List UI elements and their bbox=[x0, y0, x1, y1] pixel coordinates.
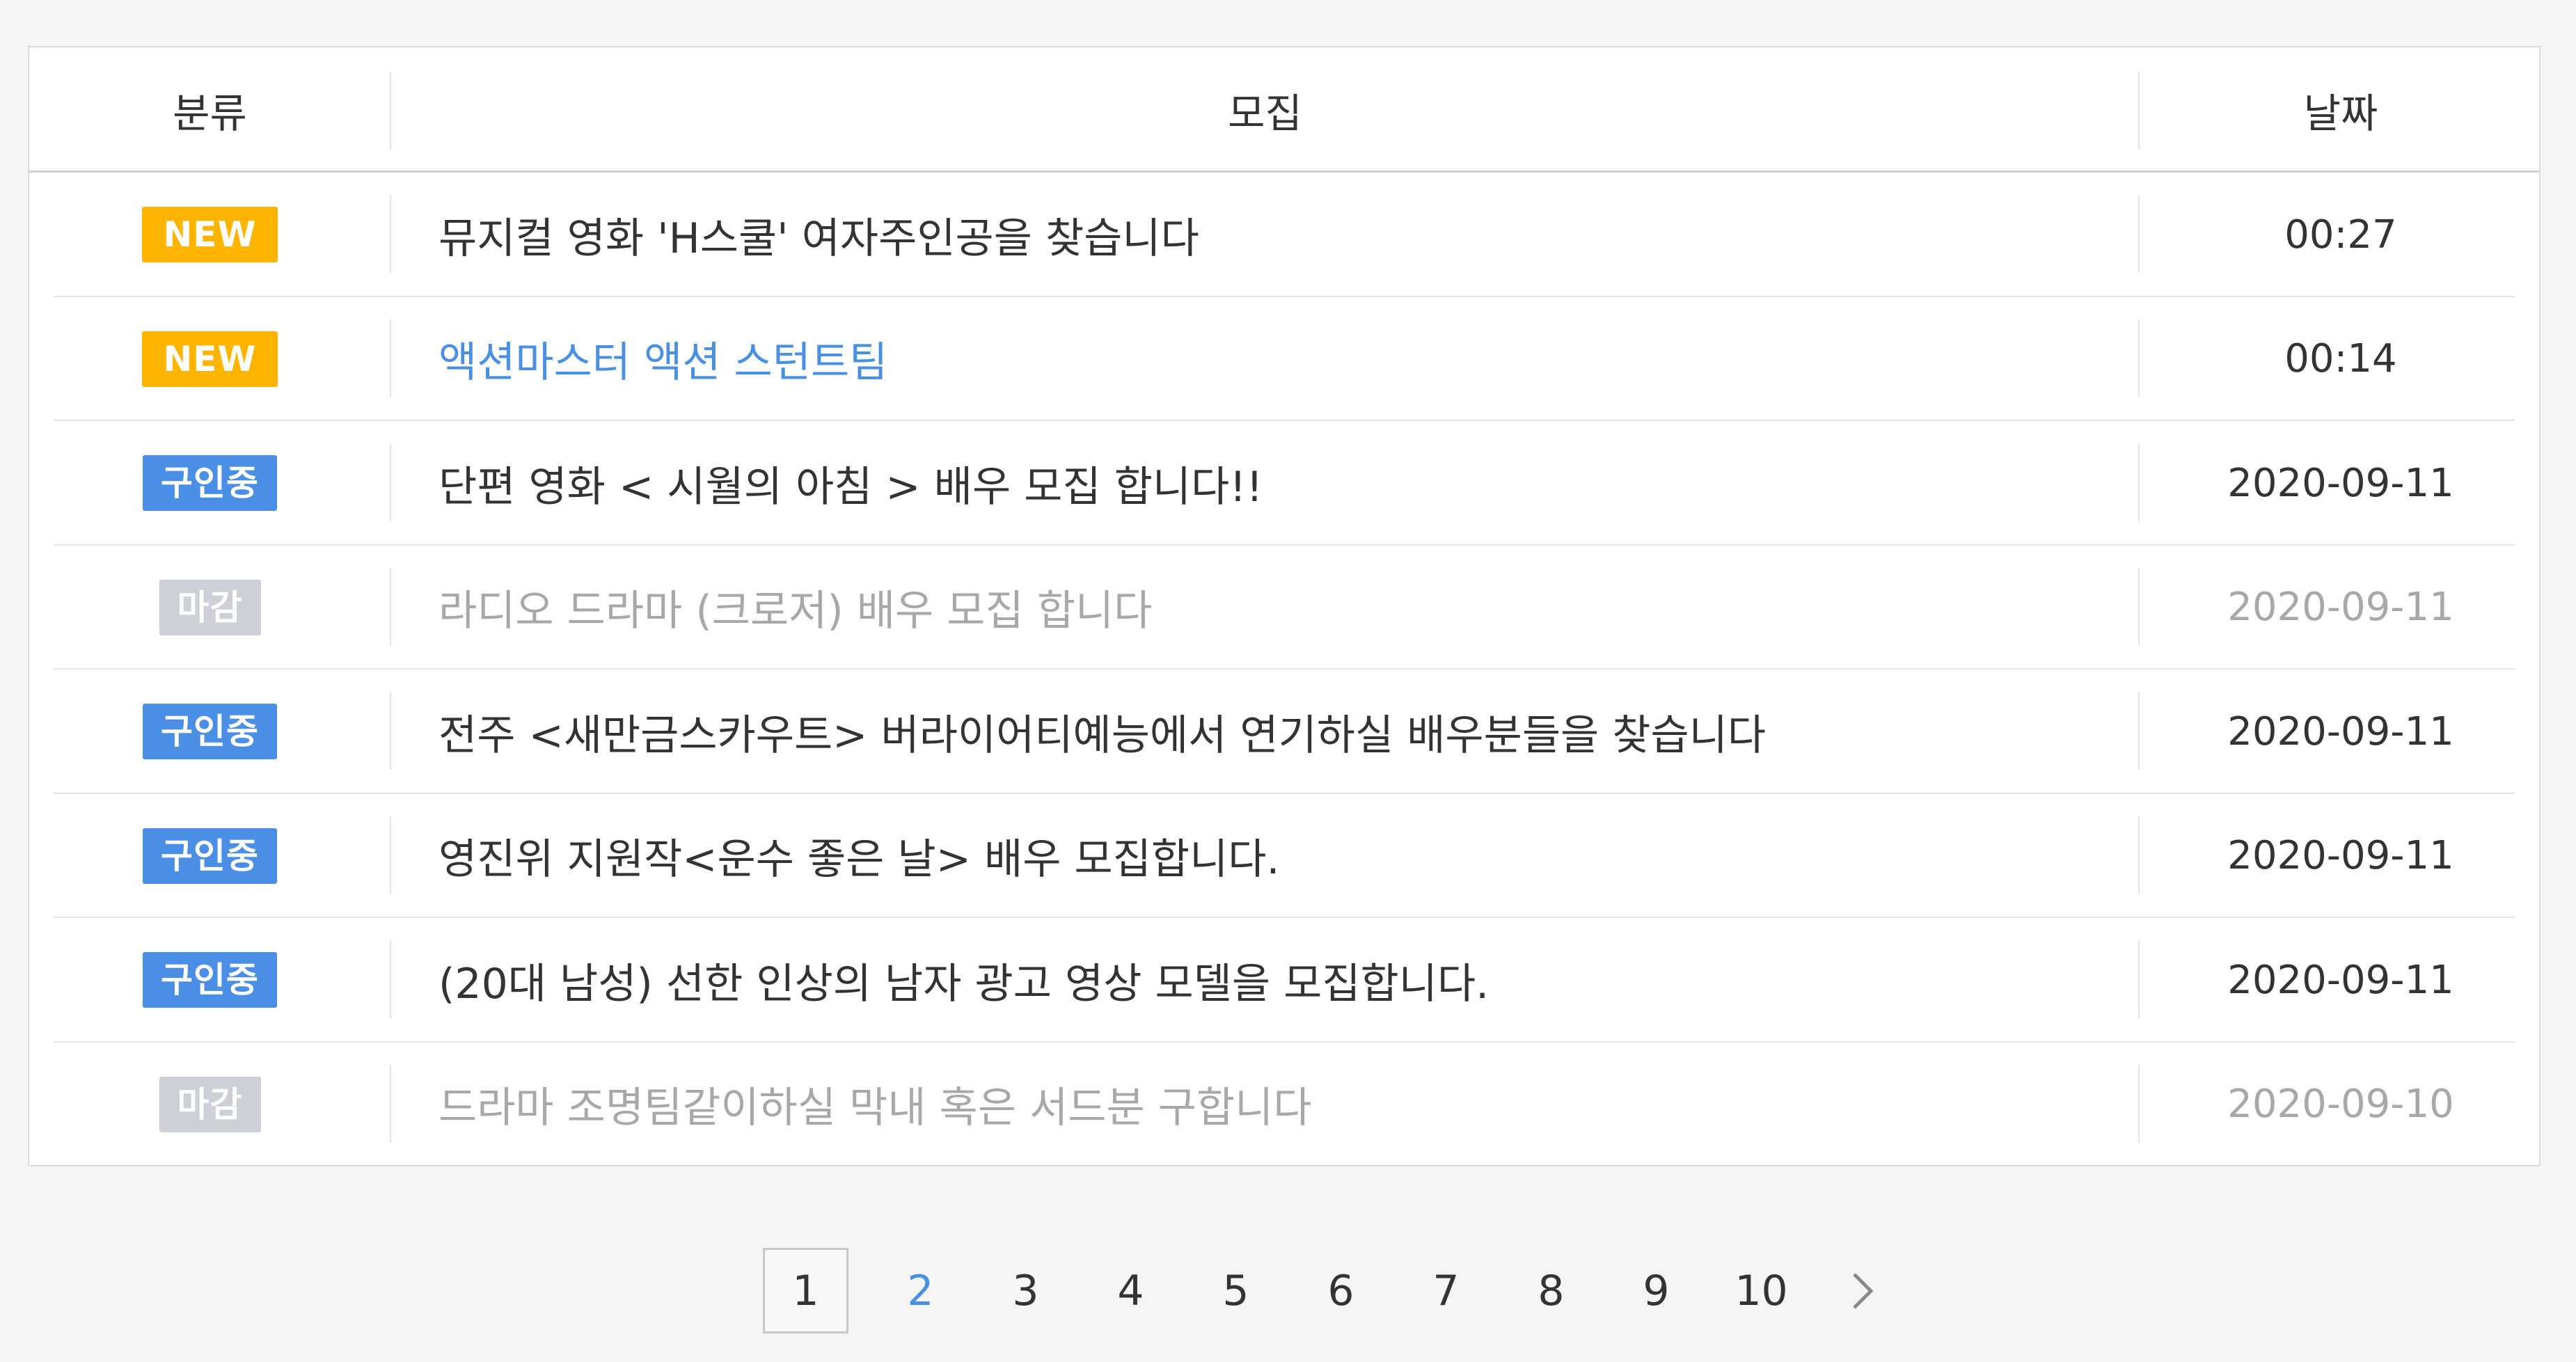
page-button[interactable]: 10 bbox=[1709, 1248, 1814, 1333]
post-date: 2020-09-10 bbox=[2227, 1082, 2454, 1127]
post-date: 2020-09-11 bbox=[2227, 585, 2454, 630]
header-divider bbox=[390, 72, 391, 150]
post-date: 00:14 bbox=[2284, 336, 2397, 381]
table-row[interactable]: 구인중 (20대 남성) 선한 인상의 남자 광고 영상 모델을 모집합니다. … bbox=[29, 918, 2539, 1043]
status-badge-closed: 마감 bbox=[159, 1076, 261, 1132]
table-row[interactable]: 구인중 단편 영화 < 시월의 아침 > 배우 모집 합니다!! 2020-09… bbox=[29, 421, 2539, 546]
header-date: 날짜 bbox=[2303, 90, 2378, 137]
table-row[interactable]: NEW 뮤지컬 영화 'H스쿨' 여자주인공을 찾습니다 00:27 bbox=[29, 173, 2539, 297]
table-row[interactable]: 구인중 전주 <새만금스카우트> 버라이어티예능에서 연기하실 배우분들을 찾습… bbox=[29, 670, 2539, 794]
category-cell: 구인중 bbox=[29, 794, 390, 918]
column-divider bbox=[390, 940, 391, 1018]
page-button[interactable]: 5 bbox=[1183, 1248, 1288, 1333]
page-button[interactable]: 4 bbox=[1078, 1248, 1183, 1333]
header-title: 모집 bbox=[1228, 90, 1302, 137]
category-cell: 구인중 bbox=[29, 670, 390, 793]
column-divider bbox=[390, 567, 391, 646]
page-button[interactable]: 9 bbox=[1604, 1248, 1709, 1333]
post-title-link[interactable]: 영진위 지원작<운수 좋은 날> 배우 모집합니다. bbox=[438, 794, 2109, 918]
column-divider bbox=[390, 1064, 391, 1143]
category-cell: NEW bbox=[29, 173, 390, 296]
category-cell: 구인중 bbox=[29, 421, 390, 545]
table-row[interactable]: 구인중 영진위 지원작<운수 좋은 날> 배우 모집합니다. 2020-09-1… bbox=[29, 794, 2539, 918]
header-divider bbox=[2138, 72, 2140, 150]
column-divider bbox=[390, 319, 391, 397]
post-title-link[interactable]: 뮤지컬 영화 'H스쿨' 여자주인공을 찾습니다 bbox=[438, 173, 2109, 296]
status-badge-closed: 마감 bbox=[159, 579, 261, 635]
status-badge-hiring: 구인중 bbox=[143, 704, 277, 759]
post-title-link[interactable]: 액션마스터 액션 스턴트팀 bbox=[438, 297, 2109, 421]
post-date: 2020-09-11 bbox=[2227, 833, 2454, 878]
post-title-link[interactable]: 단편 영화 < 시월의 아침 > 배우 모집 합니다!! bbox=[438, 421, 2109, 545]
table-header: 분류 모집 날짜 bbox=[29, 47, 2539, 173]
post-title-link[interactable]: 전주 <새만금스카우트> 버라이어티예능에서 연기하실 배우분들을 찾습니다 bbox=[438, 670, 2109, 793]
next-page-button[interactable] bbox=[1814, 1248, 1911, 1333]
header-category: 분류 bbox=[173, 90, 247, 137]
chevron-right-icon bbox=[1853, 1272, 1874, 1309]
category-cell: 마감 bbox=[29, 1043, 390, 1166]
category-cell: 마감 bbox=[29, 546, 390, 670]
page-button[interactable]: 3 bbox=[973, 1248, 1078, 1333]
table-body: NEW 뮤지컬 영화 'H스쿨' 여자주인공을 찾습니다 00:27 NEW 액… bbox=[29, 173, 2539, 1166]
page-button[interactable]: 8 bbox=[1499, 1248, 1604, 1333]
table-row[interactable]: NEW 액션마스터 액션 스턴트팀 00:14 bbox=[29, 297, 2539, 421]
column-divider bbox=[390, 195, 391, 273]
post-date: 2020-09-11 bbox=[2227, 957, 2454, 1003]
post-date: 00:27 bbox=[2284, 212, 2397, 258]
page-button-current[interactable]: 1 bbox=[763, 1248, 848, 1333]
post-title-link[interactable]: (20대 남성) 선한 인상의 남자 광고 영상 모델을 모집합니다. bbox=[438, 918, 2109, 1042]
recruitment-board: 분류 모집 날짜 NEW 뮤지컬 영화 'H스쿨' 여자주인공을 찾습니다 00… bbox=[28, 46, 2541, 1166]
column-divider bbox=[390, 443, 391, 521]
page-button[interactable]: 2 bbox=[868, 1248, 973, 1333]
table-row[interactable]: 마감 라디오 드라마 (크로저) 배우 모집 합니다 2020-09-11 bbox=[29, 546, 2539, 670]
category-cell: 구인중 bbox=[29, 918, 390, 1042]
status-badge-hiring: 구인중 bbox=[143, 455, 277, 511]
status-badge-hiring: 구인중 bbox=[143, 828, 277, 884]
page-button[interactable]: 6 bbox=[1288, 1248, 1393, 1333]
post-date: 2020-09-11 bbox=[2227, 460, 2454, 506]
pagination: 1 2 3 4 5 6 7 8 9 10 bbox=[763, 1248, 1911, 1333]
post-date: 2020-09-11 bbox=[2227, 708, 2454, 754]
status-badge-hiring: 구인중 bbox=[143, 952, 277, 1008]
table-row[interactable]: 마감 드라마 조명팀같이하실 막내 혹은 서드분 구합니다 2020-09-10 bbox=[29, 1043, 2539, 1167]
post-title-link[interactable]: 드라마 조명팀같이하실 막내 혹은 서드분 구합니다 bbox=[438, 1043, 2109, 1166]
column-divider bbox=[390, 692, 391, 770]
status-badge-new: NEW bbox=[142, 331, 278, 387]
column-divider bbox=[390, 816, 391, 894]
status-badge-new: NEW bbox=[142, 207, 278, 262]
page-button[interactable]: 7 bbox=[1393, 1248, 1499, 1333]
category-cell: NEW bbox=[29, 297, 390, 421]
post-title-link[interactable]: 라디오 드라마 (크로저) 배우 모집 합니다 bbox=[438, 546, 2109, 670]
